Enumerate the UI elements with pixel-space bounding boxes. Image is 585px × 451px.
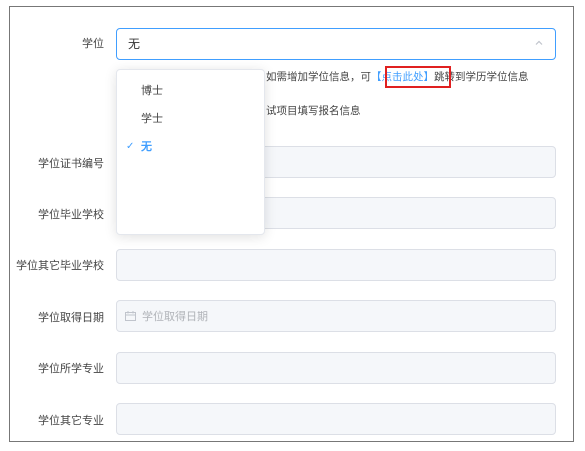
chevron-up-icon	[535, 40, 543, 45]
degree-option-label: 学士	[141, 112, 163, 125]
degree-dropdown-menu: 博士 学士 ✓ 无	[116, 69, 265, 235]
hint-prefix: 如需增加学位信息，可	[266, 71, 371, 83]
degree-option-bachelor[interactable]: 学士	[117, 107, 264, 131]
degree-label: 学位	[82, 37, 104, 50]
other-school-label: 学位其它毕业学校	[16, 259, 104, 272]
link-highlight-box	[385, 66, 451, 88]
degree-select[interactable]: 无	[116, 28, 556, 60]
degree-option-none[interactable]: ✓ 无	[117, 135, 264, 159]
major-input[interactable]	[116, 352, 556, 384]
degree-option-doctor[interactable]: 博士	[117, 79, 264, 103]
other-major-label: 学位其它专业	[38, 414, 104, 427]
date-label: 学位取得日期	[38, 311, 104, 324]
degree-option-label: 无	[141, 140, 152, 153]
other-major-input[interactable]	[116, 403, 556, 435]
major-label: 学位所学专业	[38, 362, 104, 375]
school-label: 学位毕业学校	[38, 208, 104, 221]
date-picker[interactable]: 学位取得日期	[116, 300, 556, 332]
hint-line-2: 试项目填写报名信息	[266, 105, 361, 117]
other-school-input[interactable]	[116, 249, 556, 281]
certificate-no-label: 学位证书编号	[38, 157, 104, 170]
degree-option-label: 博士	[141, 84, 163, 97]
date-placeholder: 学位取得日期	[142, 310, 208, 323]
calendar-icon	[125, 311, 136, 321]
check-icon: ✓	[126, 141, 135, 152]
degree-select-value: 无	[128, 37, 141, 51]
